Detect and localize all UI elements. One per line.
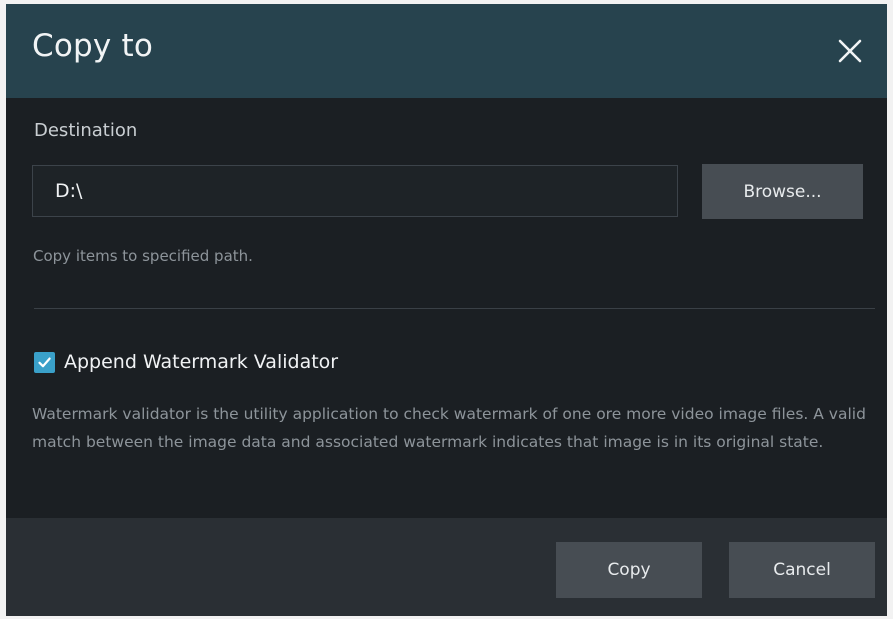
append-watermark-checkbox[interactable] — [34, 351, 55, 373]
dialog-footer: Copy Cancel — [6, 518, 887, 616]
dialog-title-bar: Copy to — [6, 4, 887, 98]
checkmark-icon — [38, 356, 51, 367]
destination-label: Destination — [34, 120, 138, 141]
copy-to-dialog: Copy to Destination Browse... Copy items… — [6, 4, 887, 616]
watermark-description: Watermark validator is the utility appli… — [32, 405, 866, 451]
dialog-title: Copy to — [32, 28, 154, 64]
section-divider — [34, 308, 875, 309]
close-icon — [838, 39, 862, 63]
append-watermark-label: Append Watermark Validator — [64, 351, 339, 373]
close-button[interactable] — [827, 28, 873, 74]
append-watermark-validator-option[interactable]: Append Watermark Validator — [34, 349, 338, 375]
cancel-button[interactable]: Cancel — [729, 542, 875, 598]
browse-button[interactable]: Browse... — [702, 164, 863, 219]
destination-path-input[interactable] — [32, 165, 678, 217]
copy-button[interactable]: Copy — [556, 542, 702, 598]
destination-hint: Copy items to specified path. — [33, 247, 253, 265]
